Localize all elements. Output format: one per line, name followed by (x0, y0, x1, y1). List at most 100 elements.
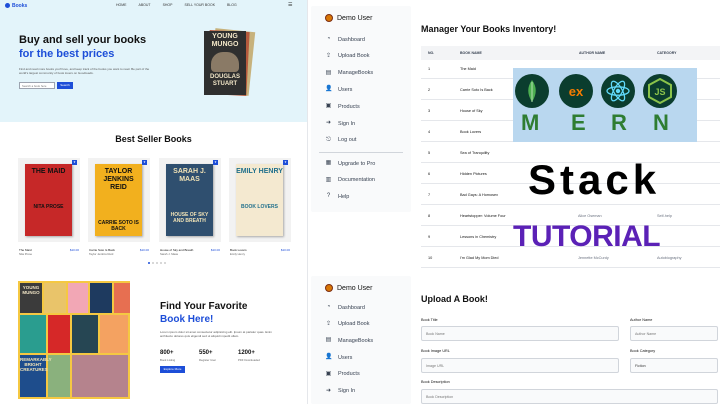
nav-sell[interactable]: SELL YOUR BOOK (184, 3, 215, 7)
col-book-name: BOOK NAME (460, 51, 482, 55)
users-icon: 👤 (325, 86, 333, 93)
category-select[interactable]: Fiction (630, 358, 718, 373)
sidebar-item-label: Products (338, 371, 360, 378)
book-card[interactable]: EMILY HENRY BOOK LOVERS ♥ Book Lovers Emily … (229, 158, 291, 262)
log-out-icon: ⎋ (326, 136, 331, 143)
book-title-input[interactable]: Book Name (421, 326, 619, 341)
nav-shop[interactable]: SHOP (163, 3, 173, 7)
cell-no: 6 (428, 172, 431, 176)
nav-home[interactable]: HOME (116, 3, 127, 7)
table-header: NO. BOOK NAME AUTHOR NAME CATEGORY (421, 46, 720, 60)
sidebar-item-upload-book[interactable]: ⇪ Upload Book (325, 321, 370, 328)
cover-author: CARRIE SOTO IS BACK (98, 220, 139, 232)
sidebar-item-users[interactable]: 👤 Users (325, 354, 352, 361)
sidebar-item-users[interactable]: 👤 Users (325, 86, 352, 93)
users-icon: 👤 (325, 354, 333, 361)
wishlist-icon[interactable]: ♥ (283, 160, 288, 165)
sidebar-item-upgrade-to-pro[interactable]: ▦ Upgrade to Pro (325, 160, 376, 167)
book-author: Sarah J. Maas (160, 252, 179, 256)
hero-search-input[interactable]: Search a book here (19, 82, 55, 89)
sidebar-item-managebooks[interactable]: ▤ ManageBooks (325, 69, 374, 77)
cell-no: 7 (428, 193, 431, 197)
sidebar-item-sign-in[interactable]: ➜ Sign In (325, 388, 355, 395)
book-price: $10.00 (210, 248, 220, 252)
mern-logo-banner: ex JS M E R N (513, 68, 697, 142)
book-card[interactable]: SARAH J. MAAS HOUSE OF SKY AND BREATH ♥ Hou… (159, 158, 221, 262)
book-card[interactable]: THE MAID NITA PROSE ♥ The Maid Nita Prose $10… (18, 158, 80, 262)
cell-no: 2 (428, 88, 431, 92)
cover-portrait (211, 52, 239, 72)
image-url-input[interactable]: Image URL (421, 358, 619, 373)
cell-no: 1 (428, 67, 431, 71)
upload-title: Upload A Book! (421, 294, 488, 304)
hero-cover-author: DOUGLAS STUART (210, 74, 240, 87)
sidebar-item-label: Products (338, 103, 360, 110)
sidebar-user[interactable]: Demo User (325, 284, 372, 292)
sidebar-item-products[interactable]: ▣ Products (325, 103, 360, 110)
sidebar-user[interactable]: Demo User (325, 14, 372, 22)
cover-title: THE MAID (31, 168, 66, 175)
sidebar-item-label: Dashboard (338, 36, 365, 43)
wishlist-icon[interactable]: ♥ (72, 160, 77, 165)
sidebar-item-managebooks[interactable]: ▤ ManageBooks (325, 337, 374, 344)
wishlist-icon[interactable]: ♥ (213, 160, 218, 165)
nav-blog[interactable]: BLOG (227, 3, 237, 7)
sidebar-item-dashboard[interactable]: ◔ Dashboard (325, 36, 365, 43)
book-card-image: THE MAID NITA PROSE ♥ (18, 158, 80, 242)
sidebar-item-documentation[interactable]: ▥ Documentation (325, 177, 375, 184)
sidebar-item-upload-book[interactable]: ⇪ Upload Book (325, 53, 370, 60)
book-price: $10.00 (69, 248, 79, 252)
category-label: Book Category (630, 349, 656, 353)
collage-book (114, 283, 130, 313)
book-card[interactable]: TAYLOR JENKINS REID CARRIE SOTO IS BACK ♥ C… (88, 158, 150, 262)
description-textarea[interactable]: Book Description (421, 389, 718, 404)
author-input[interactable]: Author Name (630, 326, 718, 341)
help-icon: ? (326, 193, 331, 199)
letter-e: E (571, 110, 586, 135)
user-name: Demo User (337, 284, 373, 292)
react-icon (601, 74, 635, 108)
cell-no: 9 (428, 235, 431, 239)
site-logo[interactable]: Books (5, 3, 27, 9)
cover-author: HOUSE OF SKY AND BREATH (170, 212, 209, 224)
hero-search-button[interactable]: Search (57, 82, 73, 89)
bookstore-homepage: Books HOME ABOUT SHOP SELL YOUR BOOK BLO… (0, 0, 307, 404)
cell-category: Self-help (657, 214, 672, 218)
image-url-label: Book Image URL (421, 349, 450, 353)
cell-book-name: Sea of Tranquility (460, 151, 490, 155)
avatar (325, 14, 333, 22)
favorite-heading: Find Your Favorite (160, 301, 248, 312)
sidebar-item-products[interactable]: ▣ Products (325, 371, 360, 378)
book-card-image: EMILY HENRY BOOK LOVERS ♥ (229, 158, 291, 242)
book-price: $10.00 (280, 248, 290, 252)
wishlist-icon[interactable]: ♥ (142, 160, 147, 165)
cover-author: BOOK LOVERS (241, 204, 278, 210)
cell-book-name: I'm Glad My Mom Died (460, 256, 499, 260)
collage-book: REMARKABLY BRIGHT CREATURES (20, 355, 52, 397)
cell-book-name: Carrie Soto Is Back (460, 88, 493, 92)
stat-pdf-downloaded: 1200+ (238, 350, 255, 356)
sidebar-item-help[interactable]: ? Help (325, 193, 349, 200)
dashboard-sidebar: Demo User ◔ Dashboard ⇪ Upload Book ▤ ManageB… (311, 6, 411, 212)
hero-description: Find and read more books you'll love, an… (19, 67, 150, 75)
sidebar-item-label: Upload Book (338, 53, 370, 60)
collage-book (20, 315, 46, 353)
logo-text: Books (12, 3, 28, 9)
book-cover: TAYLOR JENKINS REID CARRIE SOTO IS BACK (95, 164, 142, 236)
explore-more-button[interactable]: Explore More (160, 366, 185, 373)
upgrade-icon: ▦ (325, 160, 332, 166)
sidebar-item-sign-in[interactable]: ➜ Sign In (325, 120, 355, 127)
best-seller-heading: Best Seller Books (115, 134, 192, 144)
nav-about[interactable]: ABOUT (139, 3, 151, 7)
tutorial-heading: TUTORIAL (513, 220, 661, 253)
carousel-dots[interactable] (148, 262, 166, 264)
sidebar-item-label: Sign In (338, 388, 356, 394)
cell-author: Alice Oseman (578, 214, 602, 218)
book-card-image: SARAH J. MAAS HOUSE OF SKY AND BREATH ♥ (159, 158, 221, 242)
manage-books-icon: ▤ (325, 69, 332, 76)
sign-in-icon: ➜ (325, 120, 332, 126)
book-author: Taylor Jenkins Reid (89, 252, 114, 256)
sidebar-item-dashboard[interactable]: ◔ Dashboard (325, 304, 365, 311)
sidebar-item-log-out[interactable]: ⎋ Log out (325, 137, 356, 144)
menu-icon[interactable]: ☰ (288, 2, 292, 8)
